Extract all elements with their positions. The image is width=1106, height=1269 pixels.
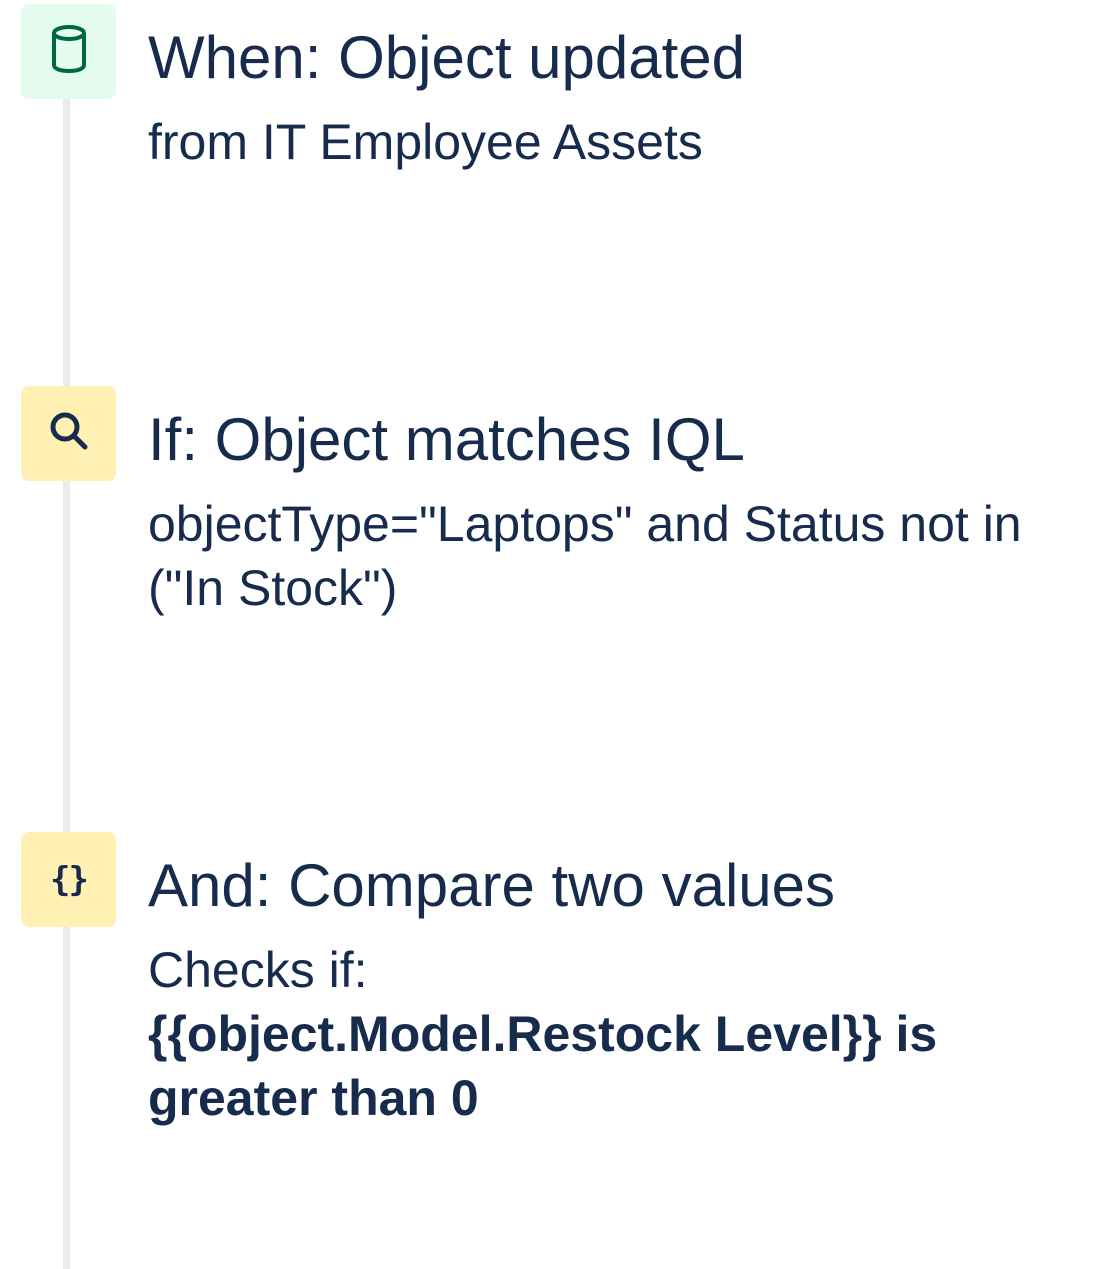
timeline-connector (63, 95, 70, 1269)
search-icon (47, 409, 91, 458)
braces-icon: {} (50, 859, 89, 900)
step-description: objectType="Laptops" and Status not in (… (148, 496, 1022, 616)
step-title: If: Object matches IQL (148, 406, 745, 473)
comparison-condition: {{object.Model.Restock Level}} is greate… (148, 1006, 938, 1126)
step-description: Checks if: {{object.Model.Restock Level}… (148, 938, 1098, 1130)
database-icon (51, 25, 87, 78)
condition-icon-badge: {} (21, 832, 116, 927)
step-title: And: Compare two values (148, 852, 836, 919)
step-description: from IT Employee Assets (148, 114, 703, 170)
condition-icon-badge (21, 386, 116, 481)
trigger-icon-badge (21, 4, 116, 99)
step-title: When: Object updated (148, 24, 746, 91)
step-description-label: Checks if: (148, 942, 368, 998)
